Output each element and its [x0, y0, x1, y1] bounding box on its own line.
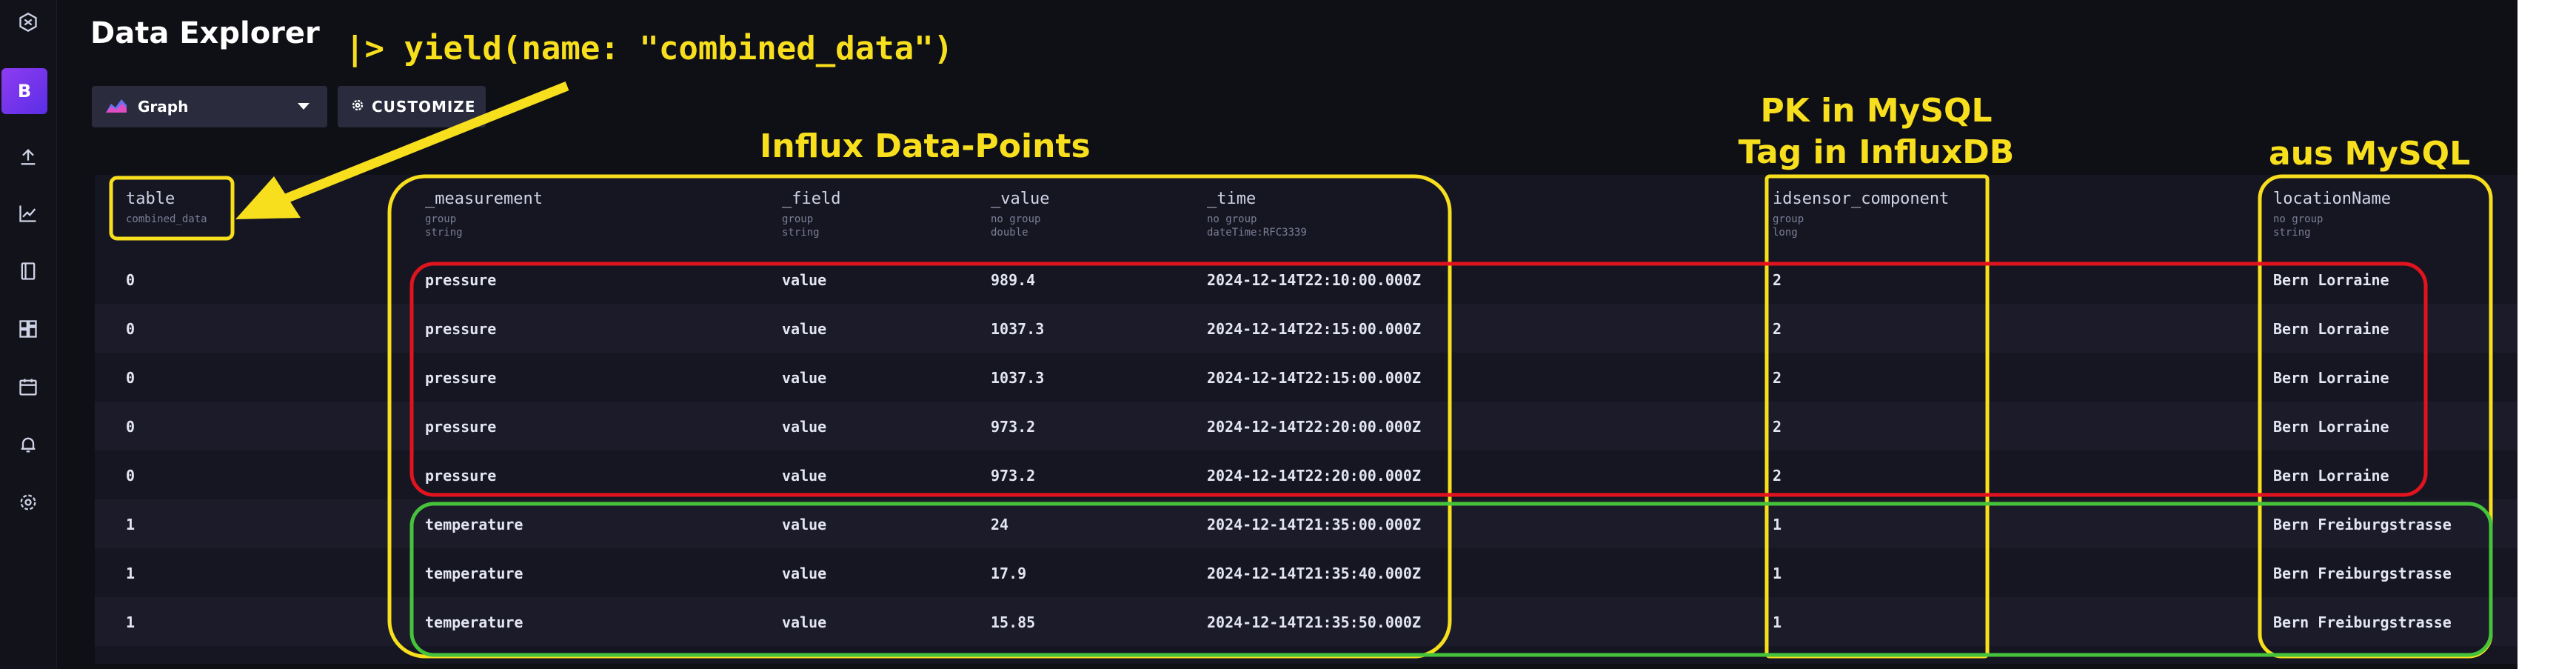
aus-mysql-annotation: aus MySQL: [2269, 135, 2471, 173]
upload-icon[interactable]: [10, 139, 46, 175]
column-header-measurement[interactable]: _measurement group string: [425, 190, 543, 239]
pk-mysql-annotation: PK in MySQL: [1760, 92, 1993, 130]
results-table: table combined_data _measurement group s…: [95, 175, 2518, 664]
table-row: 1 temperature value 24 2024-12-14T21:35:…: [95, 499, 2518, 548]
yield-code-annotation: |> yield(name: "combined_data"): [345, 30, 954, 67]
column-header-idsensor-component[interactable]: idsensor_component group long: [1773, 190, 1949, 239]
bell-icon[interactable]: [10, 427, 46, 462]
influx-logo-icon[interactable]: [10, 4, 46, 40]
column-header-table[interactable]: table combined_data: [126, 190, 207, 226]
data-explorer-app: B Data Explorer Graph CUSTOMIZE table co…: [0, 0, 2518, 669]
column-header-time[interactable]: _time no group dateTime:RFC3339: [1207, 190, 1307, 239]
view-type-dropdown[interactable]: Graph: [92, 86, 327, 127]
view-type-label: Graph: [138, 98, 189, 116]
table-row: 1 temperature value 15.85 2024-12-14T21:…: [95, 597, 2518, 646]
customize-label: CUSTOMIZE: [372, 98, 476, 116]
customize-button[interactable]: CUSTOMIZE: [338, 86, 486, 127]
sidebar: B: [0, 0, 57, 669]
chart-icon[interactable]: [10, 196, 46, 231]
influx-points-annotation: Influx Data-Points: [760, 127, 1091, 165]
table-row: 0 pressure value 1037.3 2024-12-14T22:15…: [95, 304, 2518, 353]
column-header-field[interactable]: _field group string: [782, 190, 840, 239]
gear-icon[interactable]: [10, 485, 46, 520]
table-row: 0 pressure value 1037.3 2024-12-14T22:15…: [126, 369, 2389, 387]
table-row: 0 pressure value 973.2 2024-12-14T22:20:…: [126, 467, 2389, 485]
user-avatar[interactable]: B: [1, 68, 47, 114]
table-row: 0 pressure value 989.4 2024-12-14T22:10:…: [126, 271, 2389, 289]
column-header-location-name[interactable]: locationName no group string: [2273, 190, 2391, 239]
dashboards-icon[interactable]: [10, 311, 46, 347]
caret-down-icon: [298, 103, 310, 110]
calendar-icon[interactable]: [10, 369, 46, 405]
page-title: Data Explorer: [90, 16, 320, 50]
tag-influxdb-annotation: Tag in InfluxDB: [1738, 133, 2015, 171]
table-row: 0 pressure value 973.2 2024-12-14T22:20:…: [95, 402, 2518, 450]
gear-icon: [351, 98, 364, 116]
graph-icon: [105, 97, 127, 117]
notebook-icon[interactable]: [10, 253, 46, 289]
table-row: 1 temperature value 17.9 2024-12-14T21:3…: [126, 565, 2452, 582]
column-header-value[interactable]: _value no group double: [991, 190, 1049, 239]
